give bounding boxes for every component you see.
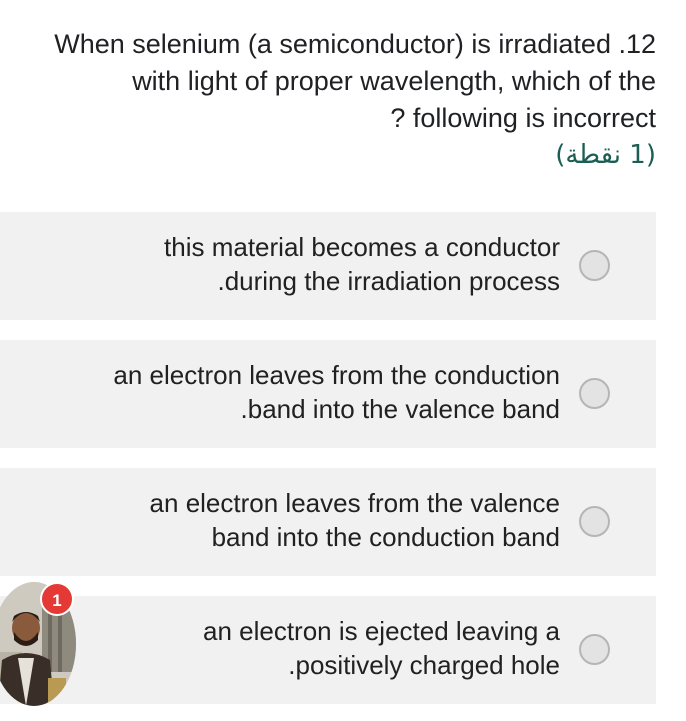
option-line: an electron leaves from the valence: [149, 488, 560, 518]
option-label: this material becomes a conductor .durin…: [40, 230, 560, 298]
question-line: When selenium (a semiconductor) is irrad…: [54, 29, 656, 59]
notification-badge[interactable]: 1: [40, 582, 74, 616]
option-line: an electron leaves from the conduction: [113, 360, 560, 390]
radio-button[interactable]: [579, 634, 610, 665]
question-text: When selenium (a semiconductor) is irrad…: [8, 26, 656, 137]
option-line: an electron is ejected leaving a: [202, 616, 560, 646]
answer-option-3[interactable]: an electron leaves from the valence band…: [0, 468, 656, 576]
option-line: .band into the valence band: [240, 394, 560, 424]
option-label: an electron leaves from the conduction .…: [40, 358, 560, 426]
option-label: an electron leaves from the valence band…: [40, 486, 560, 554]
radio-button[interactable]: [579, 378, 610, 409]
answer-option-1[interactable]: this material becomes a conductor .durin…: [0, 212, 656, 320]
option-label: an electron is ejected leaving a .positi…: [40, 614, 560, 682]
option-line: band into the conduction band: [211, 522, 560, 552]
option-line: this material becomes a conductor: [164, 232, 560, 262]
option-line: .during the irradiation process: [217, 266, 560, 296]
radio-button[interactable]: [579, 250, 610, 281]
points-label: (1 نقطة): [555, 140, 656, 170]
radio-button[interactable]: [579, 506, 610, 537]
answer-option-4[interactable]: an electron is ejected leaving a .positi…: [0, 596, 656, 704]
question-line: with light of proper wavelength, which o…: [132, 66, 656, 96]
quiz-page: When selenium (a semiconductor) is irrad…: [0, 0, 686, 721]
answer-option-2[interactable]: an electron leaves from the conduction .…: [0, 340, 656, 448]
option-line: .positively charged hole: [288, 650, 560, 680]
question-line: ? following is incorrect: [390, 103, 656, 133]
